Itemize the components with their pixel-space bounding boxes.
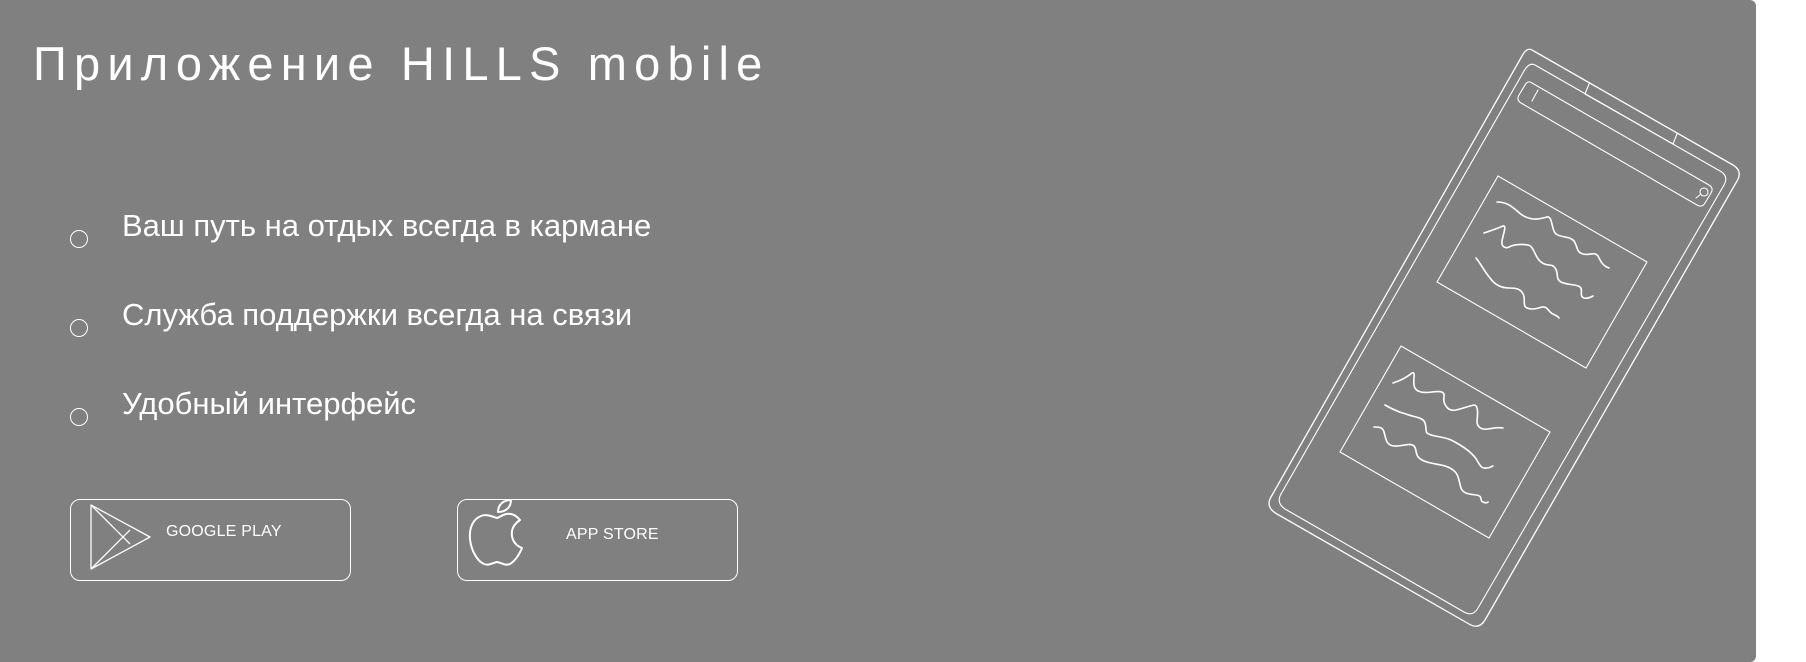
app-store-button[interactable]: APP STORE: [457, 499, 738, 581]
google-play-icon: [90, 504, 151, 570]
page-title: Приложение HILLS mobile: [33, 37, 770, 90]
phone-illustration: [1268, 48, 1740, 627]
google-play-button[interactable]: GOOGLE PLAY: [70, 499, 351, 581]
app-promo-banner: Приложение HILLS mobile Ваш путь на отды…: [0, 0, 1756, 662]
bullet-circle-icon: [70, 408, 88, 426]
feature-label: Удобный интерфейс: [122, 386, 417, 421]
apple-icon: [468, 499, 523, 566]
bullet-circle-icon: [70, 230, 88, 248]
app-store-label: APP STORE: [566, 526, 659, 543]
google-play-label: GOOGLE PLAY: [166, 523, 282, 540]
feature-label: Служба поддержки всегда на связи: [122, 297, 633, 332]
feature-label: Ваш путь на отдых всегда в кармане: [122, 208, 652, 243]
bullet-circle-icon: [70, 319, 88, 337]
